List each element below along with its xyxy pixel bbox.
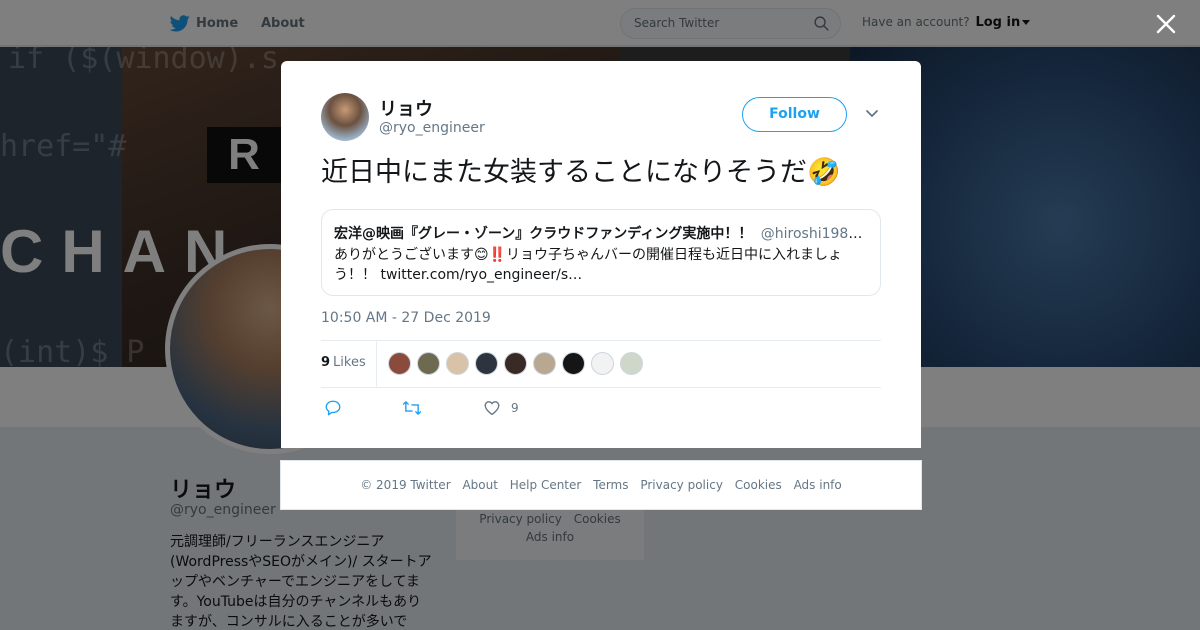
footer-link-cookies[interactable]: Cookies	[735, 478, 782, 492]
retweet-icon[interactable]	[402, 399, 422, 417]
modal-footer: © 2019 Twitter About Help Center Terms P…	[280, 460, 922, 510]
tweet-timestamp[interactable]: 10:50 AM - 27 Dec 2019	[321, 310, 491, 326]
liker-avatar[interactable]	[591, 352, 614, 375]
quoted-author-handle: @hiroshi19890…	[760, 226, 868, 242]
author-avatar[interactable]	[321, 93, 369, 141]
quoted-tweet-text: ありがとうございます😊‼️リョウ子ちゃんバーの開催日程も近日中に入れましょう！！…	[334, 247, 843, 283]
liker-avatar[interactable]	[533, 352, 556, 375]
liker-avatar[interactable]	[562, 352, 585, 375]
footer-link-about[interactable]: About	[462, 478, 497, 492]
quoted-tweet[interactable]: 宏洋@映画『グレー・ゾーン』クラウドファンディング実施中！！ @hiroshi1…	[321, 209, 881, 296]
footer-link-help-center[interactable]: Help Center	[510, 478, 582, 492]
liker-avatar[interactable]	[475, 352, 498, 375]
tweet-stats: 9 Likes	[321, 340, 881, 388]
author-handle[interactable]: @ryo_engineer	[379, 120, 485, 136]
heart-icon[interactable]	[483, 399, 501, 417]
likes-label: Likes	[333, 355, 366, 370]
tweet-permalink-modal: リョウ @ryo_engineer Follow 近日中にまた女装することになり…	[281, 61, 921, 448]
liker-avatar[interactable]	[417, 352, 440, 375]
quoted-tweet-header: 宏洋@映画『グレー・ゾーン』クラウドファンディング実施中！！ @hiroshi1…	[334, 223, 868, 243]
liker-avatar[interactable]	[388, 352, 411, 375]
quoted-author-name: 宏洋@映画『グレー・ゾーン』クラウドファンディング実施中！！	[334, 226, 753, 242]
tweet-text: 近日中にまた女装することになりそうだ🤣	[321, 157, 841, 188]
likes-count[interactable]: 9 Likes	[321, 355, 366, 370]
follow-button[interactable]: Follow	[742, 97, 847, 132]
liker-avatar[interactable]	[504, 352, 527, 375]
likes-number: 9	[321, 355, 331, 370]
liker-avatar[interactable]	[620, 352, 643, 375]
chevron-down-icon[interactable]	[865, 109, 879, 119]
like-action-count: 9	[511, 401, 519, 415]
footer-link-terms[interactable]: Terms	[593, 478, 628, 492]
footer-link-privacy[interactable]: Privacy policy	[640, 478, 723, 492]
footer-copyright: © 2019 Twitter	[360, 478, 451, 492]
footer-link-ads-info[interactable]: Ads info	[794, 478, 842, 492]
likers-avatars	[388, 352, 649, 375]
stats-divider	[376, 341, 377, 387]
reply-icon[interactable]	[324, 399, 342, 417]
liker-avatar[interactable]	[446, 352, 469, 375]
close-icon[interactable]	[1156, 14, 1176, 34]
author-name[interactable]: リョウ	[379, 95, 433, 121]
